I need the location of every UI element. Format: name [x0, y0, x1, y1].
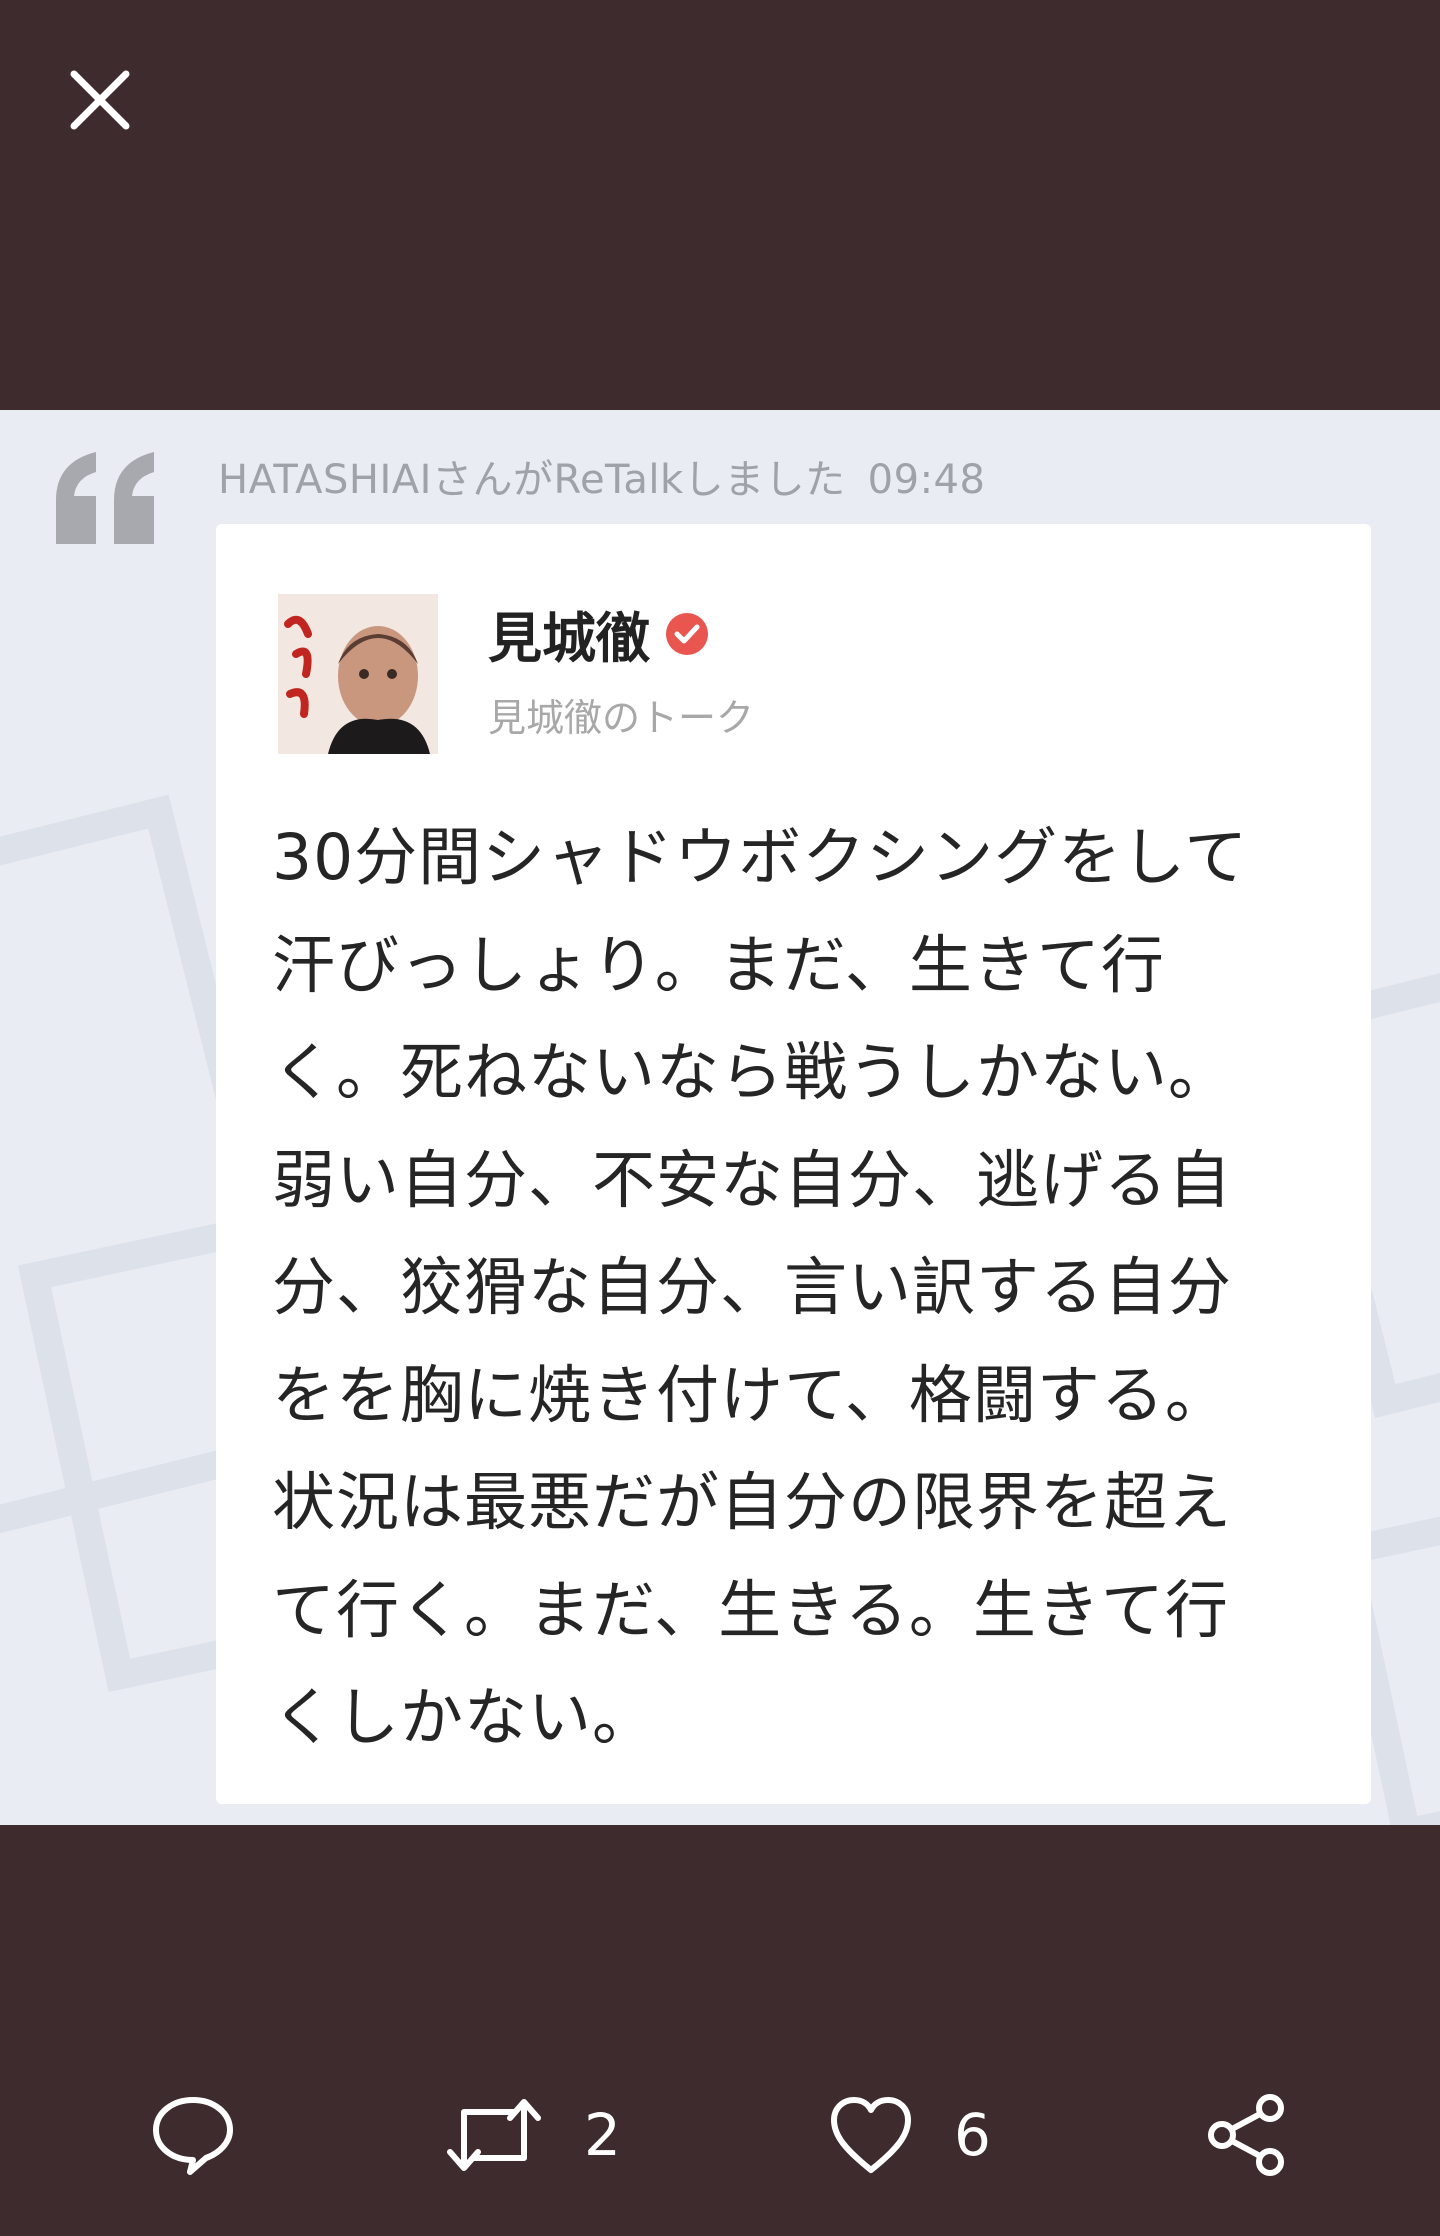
share-button[interactable] — [1204, 2080, 1290, 2190]
close-button[interactable] — [60, 60, 140, 140]
heart-icon — [831, 2097, 911, 2173]
retalk-button[interactable]: 2 — [444, 2080, 621, 2190]
retalk-time: 09:48 — [867, 457, 986, 503]
comment-icon — [153, 2097, 233, 2175]
quote-icon — [56, 452, 154, 544]
author-name-row: 見城徹 — [488, 594, 710, 673]
retalk-header: HATASHIAIさんがReTalkしました 09:48 — [218, 447, 985, 505]
author-name[interactable]: 見城徹 — [488, 594, 650, 673]
comment-button[interactable] — [150, 2080, 236, 2190]
avatar[interactable] — [278, 594, 438, 754]
verified-badge-icon — [666, 612, 708, 655]
post-card: 見城徹 見城徹のトーク 30分間シャドウボクシングをして 汗びっしょり。まだ、生… — [216, 524, 1371, 1804]
author-talk-name: 見城徹のトーク — [488, 696, 755, 740]
retalk-count: 2 — [584, 2101, 621, 2169]
action-bar: 2 6 — [0, 2080, 1440, 2190]
like-button[interactable]: 6 — [828, 2080, 991, 2190]
share-icon — [1208, 2094, 1284, 2176]
like-count: 6 — [954, 2101, 991, 2169]
post-text: 30分間シャドウボクシングをして 汗びっしょり。まだ、生きて行 く。死ねないなら… — [272, 821, 1249, 1754]
close-icon — [70, 70, 130, 130]
retalk-icon — [447, 2099, 541, 2171]
retalk-label: HATASHIAIさんがReTalkしました — [218, 457, 846, 503]
